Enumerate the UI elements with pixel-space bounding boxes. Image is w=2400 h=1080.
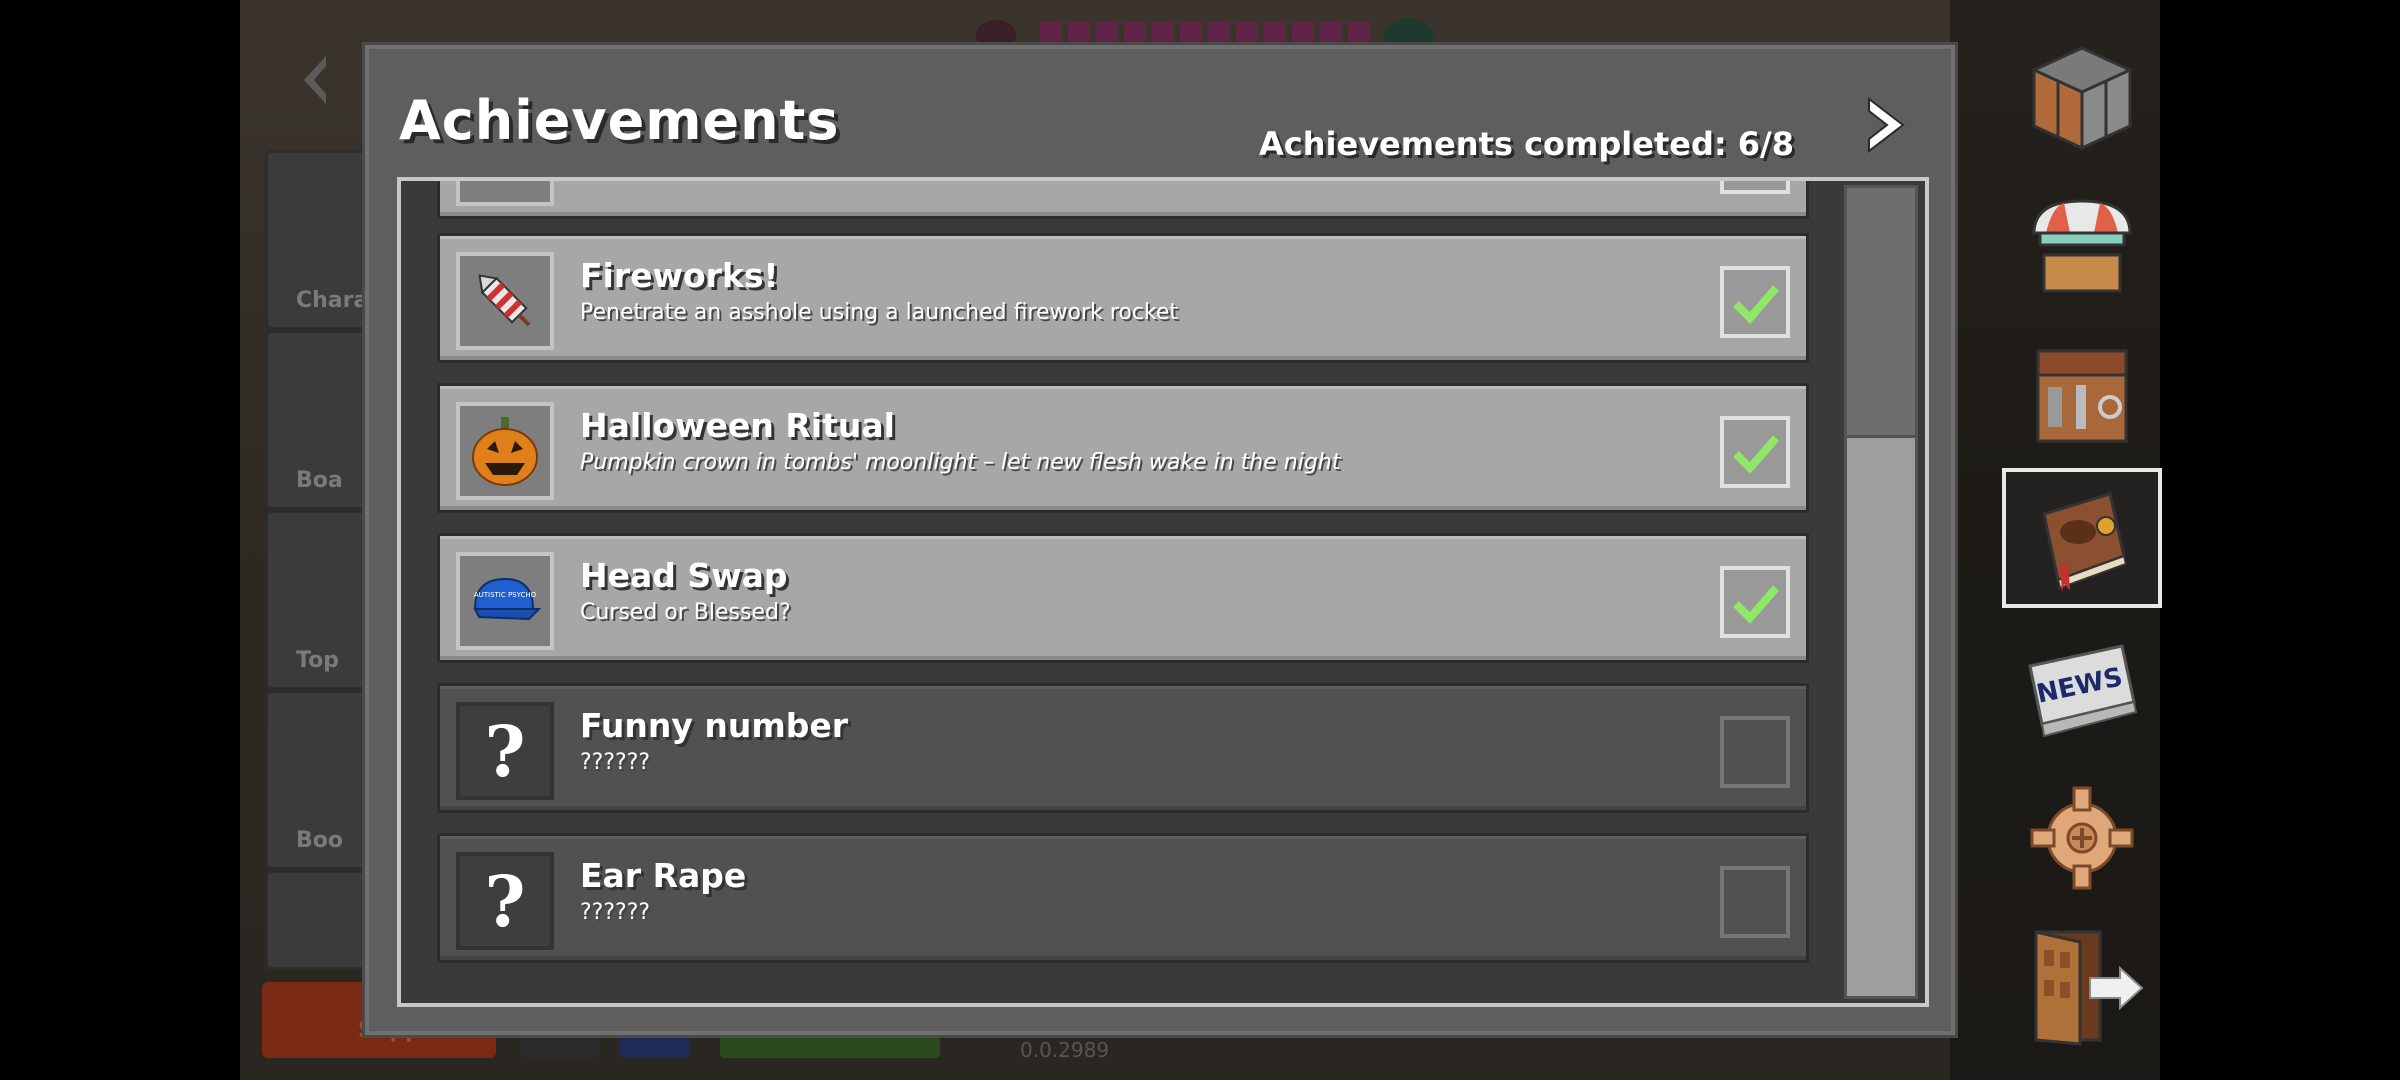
achievement-title: Funny number — [580, 706, 849, 745]
news-button[interactable]: NEWS — [2002, 620, 2162, 760]
checkmark-icon — [1733, 435, 1780, 474]
completion-checkbox — [1720, 716, 1790, 788]
health-bar — [1040, 22, 1370, 44]
achievement-icon — [456, 402, 554, 500]
settings-button[interactable] — [2002, 768, 2162, 908]
completion-checkbox — [1720, 866, 1790, 938]
achievement-description: Penetrate an asshole using a launched fi… — [580, 300, 1178, 325]
background-category-list: Chara Boa Top Boo — [265, 150, 375, 980]
achievement-icon — [456, 252, 554, 350]
version-text: 0.0.2989 — [1020, 1038, 1110, 1062]
completion-checkbox — [1720, 566, 1790, 638]
achievement-title: Head Swap — [580, 556, 788, 595]
blue-cap-icon: AUTISTIC PSYCHO — [473, 577, 542, 621]
completion-checkbox — [1720, 266, 1790, 338]
question-mark-icon: ? — [484, 709, 526, 793]
crafting-button[interactable] — [2002, 28, 2162, 168]
background-card: Boa — [265, 330, 375, 510]
achievement-icon — [456, 181, 554, 206]
achievements-list[interactable]: Fireworks! Penetrate an asshole using a … — [397, 177, 1929, 1007]
background-card: Boo — [265, 690, 375, 870]
question-mark-icon: ? — [484, 859, 526, 943]
achievements-button[interactable] — [2002, 468, 2162, 608]
achievement-row: AUTISTIC PSYCHO Head Swap Cursed or Bles… — [437, 533, 1809, 663]
achievement-description: ?????? — [580, 900, 651, 925]
news-icon: NEWS — [2028, 644, 2138, 738]
achievement-row — [437, 181, 1809, 219]
achievement-description: Pumpkin crown in tombs' moonlight – let … — [580, 450, 1341, 475]
achievements-book-icon — [2042, 492, 2128, 592]
achievement-description: ?????? — [580, 750, 651, 775]
achievement-title: Ear Rape — [580, 856, 747, 895]
shop-stall-icon — [2032, 199, 2132, 293]
crafting-cube-icon — [2032, 46, 2132, 151]
completion-checkbox — [1720, 181, 1790, 194]
next-arrow-button[interactable] — [1863, 95, 1909, 155]
achievements-modal: Achievements Achievements completed: 6/8 — [365, 45, 1955, 1035]
achievement-icon: AUTISTIC PSYCHO — [456, 552, 554, 650]
achievement-row: Fireworks! Penetrate an asshole using a … — [437, 233, 1809, 363]
modal-title: Achievements — [399, 89, 840, 152]
achievement-row: ? Ear Rape ?????? — [437, 833, 1809, 963]
svg-text:AUTISTIC PSYCHO: AUTISTIC PSYCHO — [474, 591, 537, 599]
achievement-title: Fireworks! — [580, 256, 779, 295]
checkmark-icon — [1733, 585, 1780, 624]
back-arrow-icon — [304, 56, 326, 104]
scrollbar-thumb[interactable] — [1847, 188, 1915, 438]
settings-gear-icon — [2030, 786, 2134, 890]
achievement-row: ? Funny number ?????? — [437, 683, 1809, 813]
achievement-icon: ? — [456, 852, 554, 950]
workbench-button[interactable] — [2002, 325, 2162, 465]
jack-o-lantern-icon — [472, 417, 538, 486]
shop-button[interactable] — [2002, 175, 2162, 315]
exit-door-icon — [2034, 930, 2144, 1046]
achievements-progress: Achievements completed: 6/8 — [1259, 125, 1794, 163]
background-card: Chara — [265, 150, 375, 330]
list-scrollbar[interactable] — [1844, 185, 1918, 999]
background-card: Top — [265, 510, 375, 690]
workbench-icon — [2036, 349, 2128, 443]
completion-checkbox — [1720, 416, 1790, 488]
firework-rocket-icon — [478, 274, 531, 327]
checkmark-icon — [1733, 285, 1780, 324]
achievement-title: Halloween Ritual — [580, 406, 895, 445]
achievement-description: Cursed or Blessed? — [580, 600, 791, 625]
achievement-icon: ? — [456, 702, 554, 800]
exit-button[interactable] — [2002, 916, 2162, 1056]
achievement-row: Halloween Ritual Pumpkin crown in tombs'… — [437, 383, 1809, 513]
right-sidebar: NEWS — [2002, 0, 2162, 1080]
background-card — [265, 870, 375, 970]
